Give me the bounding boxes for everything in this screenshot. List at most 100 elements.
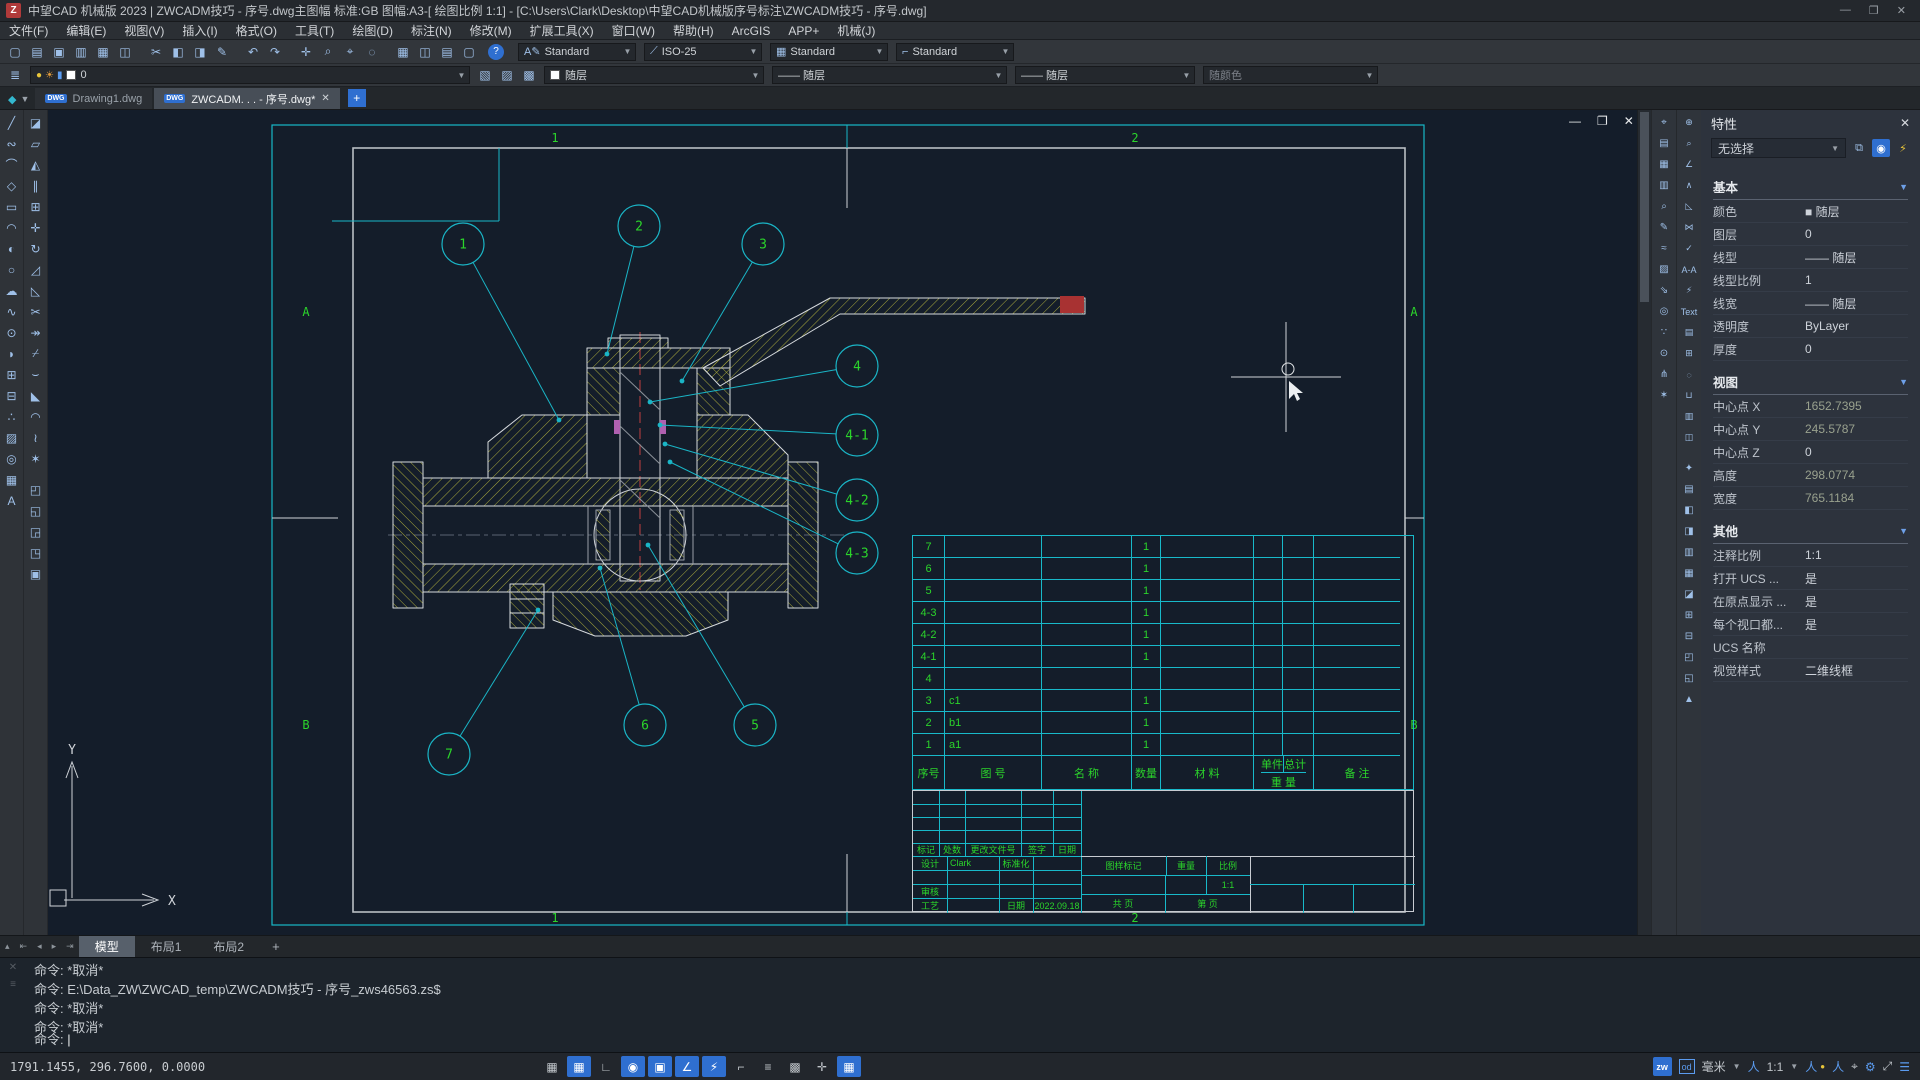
- lineweight-toggle[interactable]: ⌐: [729, 1056, 753, 1077]
- point-icon[interactable]: ∴: [1, 406, 23, 427]
- arc-3point-icon[interactable]: ◠: [1, 217, 23, 238]
- find-symbol-icon[interactable]: ⌕: [1653, 196, 1675, 217]
- command-history-icon[interactable]: ≡: [10, 979, 16, 990]
- arc-icon[interactable]: ⌒: [1, 154, 23, 175]
- window-minimize-button[interactable]: —: [1840, 4, 1851, 17]
- layer-manager-icon[interactable]: ≣: [4, 65, 26, 85]
- menu-item[interactable]: 修改(M): [461, 22, 521, 39]
- units-icon[interactable]: od: [1678, 1059, 1695, 1074]
- array-icon[interactable]: ⊞: [25, 196, 47, 217]
- tab-layout1[interactable]: 布局1: [135, 936, 198, 957]
- match-properties-tool-icon[interactable]: ⧉: [1850, 139, 1868, 157]
- frame-insert-icon[interactable]: ◰: [1678, 647, 1700, 668]
- chevron-down-icon[interactable]: ▼: [1733, 1062, 1741, 1071]
- property-row[interactable]: 每个视口都... 是: [1713, 613, 1908, 636]
- table-export-icon[interactable]: ▥: [1653, 175, 1675, 196]
- drawing-canvas[interactable]: 1 2 1 2 A B A B 1 2 3 4 4-1 4-2 4-3 5 6 …: [48, 110, 1637, 935]
- spline-icon[interactable]: ∿: [1, 301, 23, 322]
- property-row[interactable]: 中心点 Z 0: [1713, 441, 1908, 464]
- property-row[interactable]: 打开 UCS ... 是: [1713, 567, 1908, 590]
- copy-icon[interactable]: ◧: [167, 42, 189, 62]
- command-prompt[interactable]: 命令: |: [34, 1030, 71, 1049]
- balloon-single-icon[interactable]: ◎: [1653, 301, 1675, 322]
- section-line-icon[interactable]: ≈: [1653, 238, 1675, 259]
- open-icon[interactable]: ▤: [26, 42, 48, 62]
- grid-toggle[interactable]: ▦: [540, 1056, 564, 1077]
- offset-icon[interactable]: ∥: [25, 175, 47, 196]
- make-block-icon[interactable]: ⊟: [1, 385, 23, 406]
- command-line-panel[interactable]: ✕ ≡ 命令: *取消* 命令: E:\Data_ZW\ZWCAD_temp\ZW…: [0, 957, 1920, 1052]
- draworder-below-icon[interactable]: ◳: [25, 542, 47, 563]
- zoom-window-icon[interactable]: ⌖: [339, 42, 361, 62]
- new-icon[interactable]: ▢: [4, 42, 26, 62]
- osnap-toggle[interactable]: ▣: [648, 1056, 672, 1077]
- frame-tool-icon[interactable]: ◫: [1678, 427, 1700, 448]
- zoom-detail-icon[interactable]: ⌕: [1678, 133, 1700, 154]
- rectangle-icon[interactable]: ▭: [1, 196, 23, 217]
- fillet-icon[interactable]: ◠: [25, 406, 47, 427]
- plot-preview-icon[interactable]: ◫: [114, 42, 136, 62]
- frame-edit-icon[interactable]: ◱: [1678, 668, 1700, 689]
- chevron-down-icon[interactable]: ▼: [1899, 182, 1908, 192]
- design-left-icon[interactable]: ◧: [1678, 500, 1700, 521]
- shaft-design-icon[interactable]: ◪: [1678, 584, 1700, 605]
- property-row[interactable]: 视觉样式 二维线框: [1713, 659, 1908, 682]
- detail-symbol-icon[interactable]: ⌖: [1653, 112, 1675, 133]
- chevron-down-icon[interactable]: ▼: [1790, 1062, 1798, 1071]
- menu-item[interactable]: 编辑(E): [57, 22, 115, 39]
- dynamic-input-toggle[interactable]: ⚡: [702, 1056, 726, 1077]
- circle-ref-icon[interactable]: ◌: [1678, 364, 1700, 385]
- layer-isolate-icon[interactable]: ▨: [496, 65, 518, 85]
- new-tab-button[interactable]: +: [347, 89, 366, 107]
- tab-model[interactable]: 模型: [78, 936, 135, 957]
- property-row[interactable]: 中心点 Y 245.5787: [1713, 418, 1908, 441]
- grid-table-icon[interactable]: ⊞: [1678, 343, 1700, 364]
- erase-icon[interactable]: ◪: [25, 112, 47, 133]
- property-row[interactable]: 颜色 ■ 随层: [1713, 200, 1908, 223]
- bom-table-icon[interactable]: ▤: [1653, 133, 1675, 154]
- menu-item[interactable]: 窗口(W): [603, 22, 664, 39]
- hatch-tool-icon[interactable]: ▨: [1653, 259, 1675, 280]
- color-combo[interactable]: 随层 ▼: [544, 66, 764, 84]
- otrack-toggle[interactable]: ∠: [675, 1056, 699, 1077]
- ellipse-icon[interactable]: ⊙: [1, 322, 23, 343]
- symbol-mark-icon[interactable]: ✶: [1653, 385, 1675, 406]
- library-grid-icon[interactable]: ▦: [1678, 563, 1700, 584]
- property-row[interactable]: 注释比例 1:1: [1713, 544, 1908, 567]
- line-icon[interactable]: ╱: [1, 112, 23, 133]
- window-maximize-button[interactable]: ❐: [1869, 4, 1879, 17]
- units-value[interactable]: 毫米: [1702, 1058, 1726, 1075]
- design-right-icon[interactable]: ◨: [1678, 521, 1700, 542]
- menu-item[interactable]: ArcGIS: [723, 22, 780, 39]
- menu-item[interactable]: 文件(F): [0, 22, 57, 39]
- draworder-annotation-icon[interactable]: ▣: [25, 563, 47, 584]
- isodraft-toggle[interactable]: ▦: [837, 1056, 861, 1077]
- mleader-style-combo[interactable]: ⌐ Standard ▼: [896, 42, 1014, 61]
- menu-item[interactable]: 格式(O): [227, 22, 286, 39]
- property-row[interactable]: 线型 —— 随层: [1713, 246, 1908, 269]
- tab-close-icon[interactable]: ✕: [321, 93, 329, 104]
- draworder-above-icon[interactable]: ◲: [25, 521, 47, 542]
- properties-close-icon[interactable]: ✕: [1900, 116, 1910, 130]
- pan-icon[interactable]: ✛: [295, 42, 317, 62]
- circle-2point-icon[interactable]: ◐: [1, 238, 23, 259]
- layer-previous-icon[interactable]: ▧: [474, 65, 496, 85]
- section-view-icon[interactable]: A-A: [1678, 259, 1700, 280]
- mdi-restore-button[interactable]: ❐: [1597, 114, 1608, 128]
- transparency-toggle[interactable]: ≡: [756, 1056, 780, 1077]
- insert-block-icon[interactable]: ⊞: [1, 364, 23, 385]
- menu-item[interactable]: 绘图(D): [343, 22, 402, 39]
- save-as-icon[interactable]: ▥: [70, 42, 92, 62]
- named-views-icon[interactable]: ▤: [436, 42, 458, 62]
- text-tool-icon[interactable]: Text: [1678, 301, 1700, 322]
- datum-icon[interactable]: ∧: [1678, 175, 1700, 196]
- chevron-down-icon[interactable]: ▼: [1899, 377, 1908, 387]
- property-row[interactable]: 宽度 765.1184: [1713, 487, 1908, 510]
- undo-icon[interactable]: ↶: [242, 42, 264, 62]
- menu-item[interactable]: 工具(T): [286, 22, 343, 39]
- tab-list-dropdown-icon[interactable]: ▼: [20, 94, 29, 104]
- zoom-previous-icon[interactable]: ◌: [361, 42, 383, 62]
- construction-icon[interactable]: ▥: [1678, 542, 1700, 563]
- text-style-combo[interactable]: A✎ Standard ▼: [518, 42, 636, 61]
- clean-screen-icon[interactable]: ⤢: [1883, 1059, 1893, 1074]
